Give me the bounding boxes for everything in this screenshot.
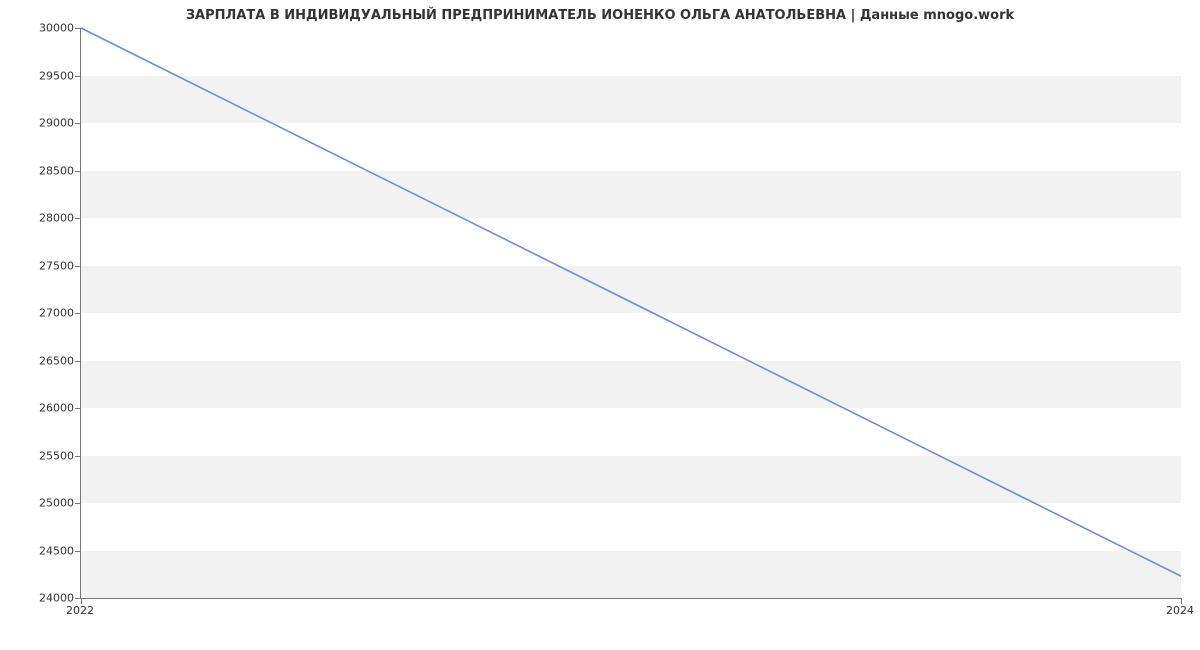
y-tick (75, 76, 81, 77)
y-tick (75, 171, 81, 172)
y-tick-label: 28500 (39, 164, 74, 177)
y-tick-label: 24000 (39, 592, 74, 605)
y-tick (75, 456, 81, 457)
y-tick-label: 24500 (39, 544, 74, 557)
y-tick (75, 123, 81, 124)
y-tick-label: 30000 (39, 22, 74, 35)
y-tick-label: 26500 (39, 354, 74, 367)
chart-container: ЗАРПЛАТА В ИНДИВИДУАЛЬНЫЙ ПРЕДПРИНИМАТЕЛ… (0, 0, 1200, 650)
chart-title: ЗАРПЛАТА В ИНДИВИДУАЛЬНЫЙ ПРЕДПРИНИМАТЕЛ… (0, 8, 1200, 23)
plot-area (80, 28, 1181, 599)
y-tick-label: 25000 (39, 497, 74, 510)
y-tick-label: 29000 (39, 117, 74, 130)
y-tick (75, 218, 81, 219)
y-tick-label: 29500 (39, 69, 74, 82)
y-tick-label: 25500 (39, 449, 74, 462)
y-tick (75, 408, 81, 409)
y-tick (75, 551, 81, 552)
y-tick (75, 266, 81, 267)
y-tick-label: 26000 (39, 402, 74, 415)
y-tick-label: 28000 (39, 212, 74, 225)
x-tick-label: 2022 (66, 604, 94, 617)
y-tick (75, 361, 81, 362)
x-tick-label: 2024 (1166, 604, 1194, 617)
line-series (81, 28, 1181, 598)
y-tick (75, 503, 81, 504)
y-tick (75, 313, 81, 314)
y-tick-label: 27000 (39, 307, 74, 320)
y-tick-label: 27500 (39, 259, 74, 272)
y-tick (75, 28, 81, 29)
